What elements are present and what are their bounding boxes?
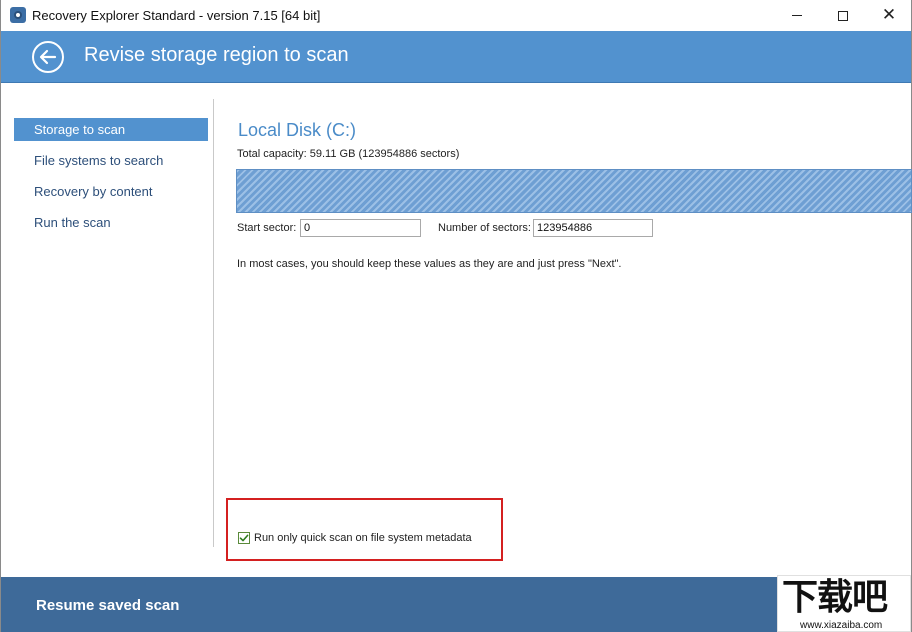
hint-text: In most cases, you should keep these val… xyxy=(237,258,622,270)
nav-item-run-the-scan[interactable]: Run the scan xyxy=(14,211,208,234)
number-of-sectors-label: Number of sectors: xyxy=(438,222,531,234)
disk-capacity: Total capacity: 59.11 GB (123954886 sect… xyxy=(237,148,460,160)
wizard-steps-nav: Storage to scan File systems to search R… xyxy=(14,118,208,242)
back-button[interactable] xyxy=(32,41,64,73)
app-logo-icon xyxy=(10,7,26,23)
maximize-icon xyxy=(838,10,848,21)
app-window: Recovery Explorer Standard - version 7.1… xyxy=(0,0,912,632)
check-icon xyxy=(239,534,249,542)
start-sector-input[interactable] xyxy=(300,219,421,237)
watermark-logo-text: 下载吧 xyxy=(782,577,888,618)
footer-bar: Resume saved scan xyxy=(1,577,911,632)
watermark-logo: 下载吧 www.xiazaiba.com xyxy=(777,575,911,632)
quick-scan-highlight xyxy=(226,498,503,561)
close-button[interactable]: ✕ xyxy=(866,0,912,31)
maximize-button[interactable] xyxy=(820,0,866,31)
title-bar: Recovery Explorer Standard - version 7.1… xyxy=(1,0,911,31)
close-icon: ✕ xyxy=(881,5,897,25)
nav-item-storage-to-scan[interactable]: Storage to scan xyxy=(14,118,208,141)
watermark-url: www.xiazaiba.com xyxy=(800,620,883,631)
header-banner: Revise storage region to scan xyxy=(1,31,911,83)
quick-scan-checkbox[interactable] xyxy=(238,532,250,544)
disk-region-bar[interactable] xyxy=(236,169,912,213)
minimize-button[interactable] xyxy=(774,0,820,31)
start-sector-label: Start sector: xyxy=(237,222,297,234)
nav-divider xyxy=(213,99,214,547)
back-arrow-icon xyxy=(39,49,57,65)
disk-name: Local Disk (C:) xyxy=(238,120,357,140)
nav-item-recovery-by-content[interactable]: Recovery by content xyxy=(14,180,208,203)
nav-item-file-systems[interactable]: File systems to search xyxy=(14,149,208,172)
page-title: Revise storage region to scan xyxy=(84,44,349,66)
minimize-icon xyxy=(792,15,802,16)
quick-scan-label[interactable]: Run only quick scan on file system metad… xyxy=(254,532,472,544)
resume-saved-scan-button[interactable]: Resume saved scan xyxy=(36,597,179,614)
window-title: Recovery Explorer Standard - version 7.1… xyxy=(32,8,321,23)
number-of-sectors-input[interactable] xyxy=(533,219,653,237)
